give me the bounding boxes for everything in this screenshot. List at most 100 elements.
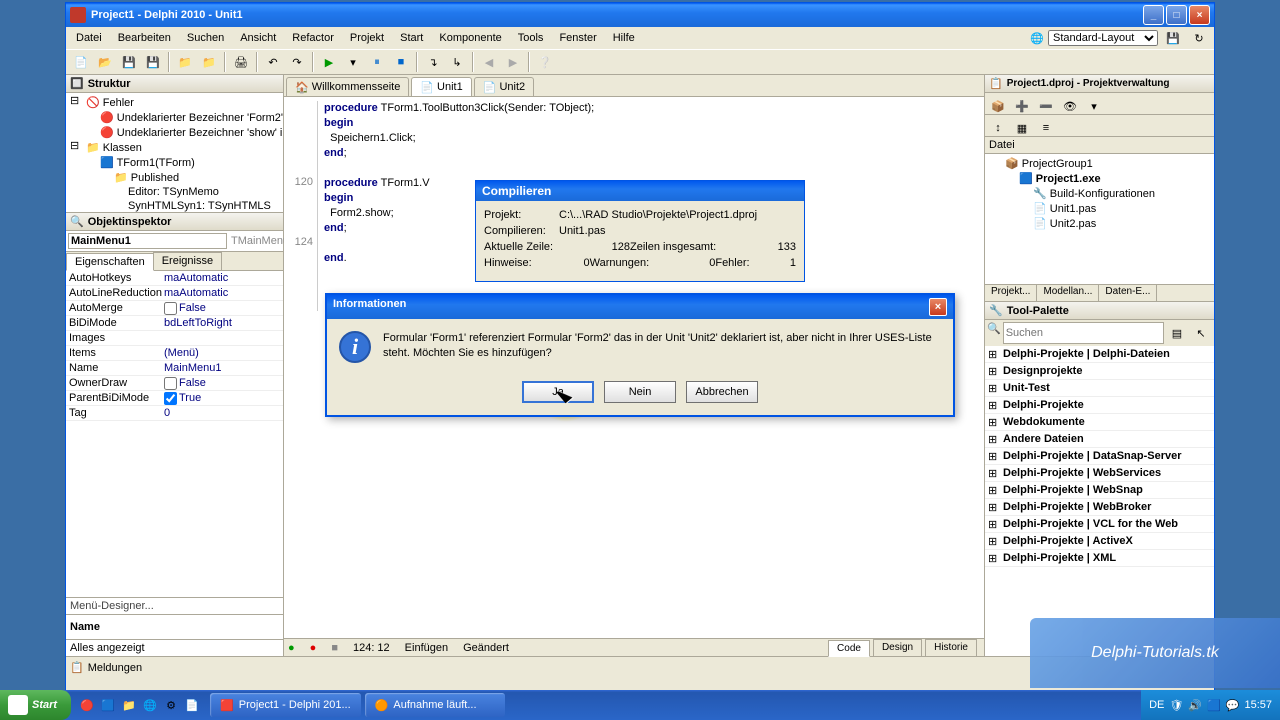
tree-item[interactable]: Editor: TSynMemo <box>68 185 281 199</box>
layout-select[interactable]: Standard-Layout <box>1048 30 1158 46</box>
ql-icon[interactable]: 📄 <box>182 693 202 717</box>
trace-icon[interactable]: ↴ <box>422 51 444 73</box>
step-icon[interactable]: ↳ <box>446 51 468 73</box>
classes-node[interactable]: 📁 Klassen <box>68 140 281 155</box>
form-node[interactable]: 🟦 TForm1(TForm) <box>68 155 281 170</box>
menu-komponente[interactable]: Komponente <box>433 30 507 46</box>
ptab-model[interactable]: Modellan... <box>1037 285 1099 301</box>
palette-category[interactable]: Delphi-Projekte | VCL for the Web <box>985 516 1214 533</box>
proj-opts-icon[interactable]: ▾ <box>1083 95 1105 117</box>
palette-list[interactable]: Delphi-Projekte | Delphi-DateienDesignpr… <box>985 346 1214 656</box>
proj-remove-icon[interactable]: ➖ <box>1035 95 1057 117</box>
toolpal-cat-icon[interactable]: ▤ <box>1166 322 1188 344</box>
task-delphi[interactable]: 🟥 Project1 - Delphi 201... <box>210 693 361 717</box>
error-item[interactable]: 🔴 Undeklarierter Bezeichner 'Form2' in <box>68 110 281 125</box>
palette-category[interactable]: Delphi-Projekte | WebBroker <box>985 499 1214 516</box>
run-dropdown-icon[interactable]: ▾ <box>342 51 364 73</box>
tab-events[interactable]: Ereignisse <box>153 252 222 270</box>
menu-projekt[interactable]: Projekt <box>344 30 390 46</box>
start-button[interactable]: Start <box>0 690 71 720</box>
layout-save-icon[interactable]: 💾 <box>1162 27 1184 49</box>
property-row[interactable]: AutoMergeFalse <box>66 301 283 316</box>
new-icon[interactable]: 📄 <box>70 51 92 73</box>
proj-add-icon[interactable]: ➕ <box>1011 95 1033 117</box>
proj-expand-icon[interactable]: ▦ <box>1011 117 1033 139</box>
redo-icon[interactable]: ↷ <box>286 51 308 73</box>
property-row[interactable]: ParentBiDiModeTrue <box>66 391 283 406</box>
property-grid[interactable]: AutoHotkeysmaAutomaticAutoLineReductionm… <box>66 271 283 597</box>
help-icon[interactable]: ❔ <box>534 51 556 73</box>
folder2-icon[interactable]: 📁 <box>198 51 220 73</box>
proj-view-icon[interactable]: 👁 <box>1059 95 1081 117</box>
palette-category[interactable]: Delphi-Projekte | WebSnap <box>985 482 1214 499</box>
save-icon[interactable]: 💾 <box>118 51 140 73</box>
saveall-icon[interactable]: 💾 <box>142 51 164 73</box>
maximize-button[interactable]: □ <box>1166 5 1187 25</box>
structure-tree[interactable]: 🚫 Fehler 🔴 Undeklarierter Bezeichner 'Fo… <box>66 93 283 213</box>
tab-code[interactable]: Code <box>828 640 870 657</box>
ql-icon[interactable]: ⚙ <box>161 693 181 717</box>
palette-category[interactable]: Unit-Test <box>985 380 1214 397</box>
property-row[interactable]: NameMainMenu1 <box>66 361 283 376</box>
property-row[interactable]: BiDiModebdLeftToRight <box>66 316 283 331</box>
menu-start[interactable]: Start <box>394 30 429 46</box>
property-row[interactable]: Items(Menü) <box>66 346 283 361</box>
palette-category[interactable]: Delphi-Projekte | Delphi-Dateien <box>985 346 1214 363</box>
stop-icon[interactable]: ■ <box>390 51 412 73</box>
tab-unit1[interactable]: 📄 Unit1 <box>411 77 471 96</box>
project-node[interactable]: 🟦 Project1.exe <box>987 171 1212 186</box>
ql-icon[interactable]: 📁 <box>119 693 139 717</box>
undo-icon[interactable]: ↶ <box>262 51 284 73</box>
buildconf-node[interactable]: 🔧 Build-Konfigurationen <box>987 186 1212 201</box>
palette-category[interactable]: Delphi-Projekte | DataSnap-Server <box>985 448 1214 465</box>
tray-icon[interactable]: 🛡 <box>1169 699 1183 712</box>
lang-indicator[interactable]: DE <box>1149 699 1164 711</box>
toolpal-search-input[interactable] <box>1003 322 1164 344</box>
print-icon[interactable]: 🖨 <box>230 51 252 73</box>
objinsp-combo[interactable] <box>68 233 227 249</box>
property-row[interactable]: Tag0 <box>66 406 283 421</box>
menu-fenster[interactable]: Fenster <box>553 30 602 46</box>
proj-new-icon[interactable]: 📦 <box>987 95 1009 117</box>
close-button[interactable]: × <box>1189 5 1210 25</box>
property-row[interactable]: AutoLineReductionmaAutomatic <box>66 286 283 301</box>
menu-bearbeiten[interactable]: Bearbeiten <box>112 30 177 46</box>
ql-icon[interactable]: 🟦 <box>98 693 118 717</box>
ptab-project[interactable]: Projekt... <box>985 285 1037 301</box>
toolpal-ptr-icon[interactable]: ↖ <box>1190 322 1212 344</box>
task-recording[interactable]: 🟠 Aufnahme läuft... <box>365 693 505 717</box>
palette-category[interactable]: Delphi-Projekte <box>985 397 1214 414</box>
proj-sync-icon[interactable]: ↕ <box>987 117 1009 139</box>
menu-refactor[interactable]: Refactor <box>286 30 340 46</box>
messages-tab[interactable]: Meldungen <box>88 662 142 674</box>
project-tree[interactable]: 📦 ProjectGroup1 🟦 Project1.exe 🔧 Build-K… <box>985 154 1214 284</box>
tab-design[interactable]: Design <box>873 639 922 656</box>
palette-category[interactable]: Delphi-Projekte | ActiveX <box>985 533 1214 550</box>
web-icon[interactable]: 🌐 <box>1030 32 1044 45</box>
menu-designer-link[interactable]: Menü-Designer... <box>66 597 283 614</box>
palette-category[interactable]: Andere Dateien <box>985 431 1214 448</box>
minimize-button[interactable]: _ <box>1143 5 1164 25</box>
property-row[interactable]: AutoHotkeysmaAutomatic <box>66 271 283 286</box>
menu-suchen[interactable]: Suchen <box>181 30 230 46</box>
proj-sort-icon[interactable]: ≡ <box>1035 117 1057 139</box>
tray-icon[interactable]: 🟦 <box>1207 699 1221 712</box>
tray-icon[interactable]: 🔊 <box>1188 699 1202 712</box>
ql-icon[interactable]: 🔴 <box>77 693 97 717</box>
menu-ansicht[interactable]: Ansicht <box>234 30 282 46</box>
unit2-node[interactable]: 📄 Unit2.pas <box>987 216 1212 231</box>
cancel-button[interactable]: Abbrechen <box>686 381 758 403</box>
property-row[interactable]: OwnerDrawFalse <box>66 376 283 391</box>
back-icon[interactable]: ◀ <box>478 51 500 73</box>
menu-hilfe[interactable]: Hilfe <box>607 30 641 46</box>
palette-category[interactable]: Designprojekte <box>985 363 1214 380</box>
layout-refresh-icon[interactable]: ↻ <box>1188 27 1210 49</box>
tab-properties[interactable]: Eigenschaften <box>66 253 154 271</box>
clock[interactable]: 15:57 <box>1244 699 1272 711</box>
ql-icon[interactable]: 🌐 <box>140 693 160 717</box>
open-icon[interactable]: 📂 <box>94 51 116 73</box>
info-close-button[interactable]: × <box>929 298 947 316</box>
run-icon[interactable]: ▶ <box>318 51 340 73</box>
published-node[interactable]: 📁 Published <box>68 170 281 185</box>
fwd-icon[interactable]: ▶ <box>502 51 524 73</box>
